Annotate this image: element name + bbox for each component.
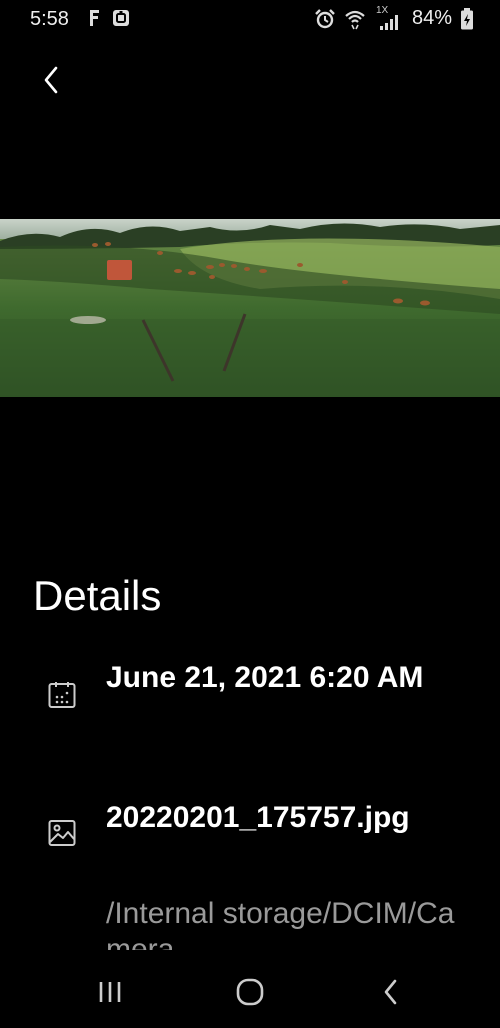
nav-back-icon: [384, 979, 397, 1005]
home-icon: [236, 978, 264, 1006]
nav-back-button[interactable]: [361, 972, 421, 1012]
navigation-bar: [0, 956, 500, 1028]
recents-button[interactable]: [81, 972, 141, 1012]
recents-icon: [99, 982, 121, 1002]
file-path: /Internal storage/DCIM/Camera: [106, 897, 455, 950]
screen: 5:58 1X 84% Details June 21, 2021 6:20 A…: [0, 0, 500, 1028]
file-name: 20220201_175757.jpg: [106, 801, 410, 834]
calendar-icon: [48, 682, 76, 708]
home-button[interactable]: [220, 972, 280, 1012]
date-text: June 21, 2021 6:20 AM: [106, 661, 424, 694]
details-section: Details June 21, 2021 6:20 AM 20220201_1…: [0, 0, 500, 950]
image-icon: [48, 820, 76, 846]
details-title: Details: [33, 572, 162, 619]
